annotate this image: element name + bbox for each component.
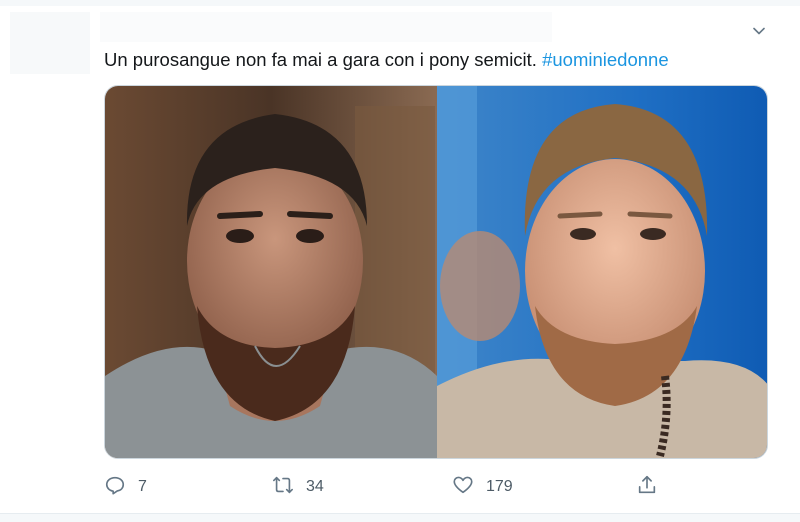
tweet-header bbox=[100, 12, 552, 42]
photo-collage bbox=[105, 86, 767, 458]
reply-button[interactable]: 7 bbox=[104, 472, 147, 502]
reply-icon bbox=[104, 474, 126, 501]
tweet-card[interactable]: Un purosangue non fa mai a gara con i po… bbox=[0, 0, 800, 522]
like-count: 179 bbox=[486, 478, 513, 495]
tweet-actions: 7 34 179 bbox=[104, 472, 664, 502]
tweet-photo[interactable] bbox=[104, 85, 768, 459]
like-button[interactable]: 179 bbox=[452, 472, 513, 502]
share-icon bbox=[636, 474, 658, 501]
tweet-text: Un purosangue non fa mai a gara con i po… bbox=[104, 48, 784, 72]
top-divider bbox=[0, 0, 800, 6]
retweet-icon bbox=[272, 474, 294, 501]
avatar[interactable] bbox=[10, 12, 90, 74]
retweet-count: 34 bbox=[306, 478, 324, 495]
bottom-divider bbox=[0, 513, 800, 522]
chevron-down-icon[interactable] bbox=[748, 20, 770, 42]
hashtag-link[interactable]: #uominiedonne bbox=[542, 49, 669, 70]
retweet-button[interactable]: 34 bbox=[272, 472, 324, 502]
heart-icon bbox=[452, 474, 474, 501]
reply-count: 7 bbox=[138, 478, 147, 495]
share-button[interactable] bbox=[636, 472, 658, 502]
tweet-body: Un purosangue non fa mai a gara con i po… bbox=[104, 49, 537, 70]
